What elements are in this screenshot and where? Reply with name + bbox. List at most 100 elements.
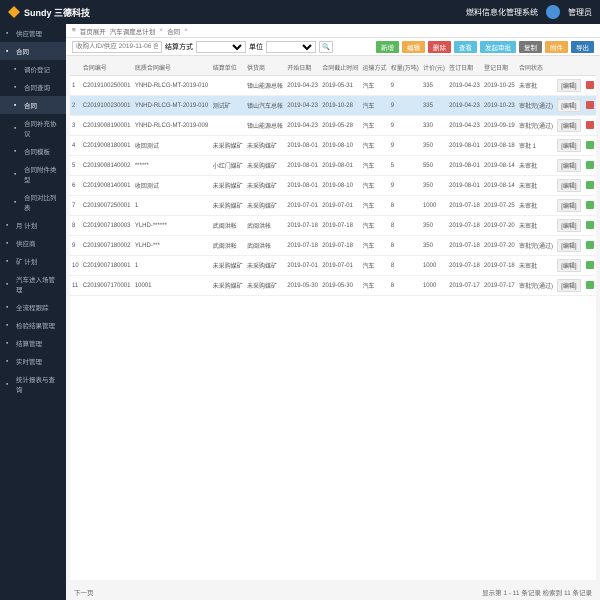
close-icon[interactable]: ×: [159, 27, 163, 34]
menu-icon[interactable]: ≡: [72, 27, 76, 34]
check-icon: ▪: [6, 322, 13, 329]
search-button[interactable]: 🔍: [319, 41, 333, 53]
edit-link[interactable]: [编辑]: [557, 99, 580, 112]
column-header[interactable]: 签订日期: [447, 60, 482, 76]
doc-icon: ▪: [14, 148, 21, 155]
sidebar-item[interactable]: ▪合同: [0, 96, 66, 114]
column-header[interactable]: 底质合同编号: [133, 60, 211, 76]
sidebar-label: 合同查询: [24, 82, 50, 92]
flag-icon[interactable]: [586, 241, 594, 249]
sidebar-item[interactable]: ▪合同对比列表: [0, 188, 66, 216]
column-header[interactable]: 合同编号: [81, 60, 133, 76]
record-count: 显示第 1 - 11 条记录 检索到 11 条记录: [482, 587, 592, 597]
sidebar-item[interactable]: ▪实时管理: [0, 352, 66, 370]
sidebar-item[interactable]: ▪合同模板: [0, 142, 66, 160]
edit-link[interactable]: [编辑]: [557, 119, 580, 132]
delete-button[interactable]: 删除: [428, 41, 451, 53]
table-row[interactable]: 11C201900717000110001未采购媒矿未采购媒矿2019-05-3…: [70, 276, 596, 296]
table-row[interactable]: 5C2019008140002******小红门媒矿未采购媒矿2019-08-0…: [70, 156, 596, 176]
user-name[interactable]: 管理员: [568, 7, 592, 18]
sidebar-item[interactable]: ▪矿 计划: [0, 252, 66, 270]
sidebar-item[interactable]: ▪合同: [0, 42, 66, 60]
unit-select[interactable]: [266, 41, 316, 53]
column-header[interactable]: [70, 60, 81, 76]
edit-link[interactable]: [编辑]: [557, 259, 580, 272]
copy-button[interactable]: 复制: [519, 41, 542, 53]
next-page[interactable]: 下一页: [74, 587, 94, 597]
sidebar-label: 矿 计划: [16, 256, 37, 266]
table-row[interactable]: 4C2019008180001收回测试未采购媒矿未采购媒矿2019-08-012…: [70, 136, 596, 156]
column-header[interactable]: 结算单位: [211, 60, 245, 76]
search-input[interactable]: [72, 41, 162, 53]
sidebar-label: 月 计划: [16, 220, 37, 230]
edit-button[interactable]: 编辑: [402, 41, 425, 53]
edit-link[interactable]: [编辑]: [557, 239, 580, 252]
doc-icon: ▪: [14, 102, 21, 109]
flag-icon[interactable]: [586, 81, 594, 89]
sidebar-item[interactable]: ▪调价登记: [0, 60, 66, 78]
edit-link[interactable]: [编辑]: [557, 219, 580, 232]
column-header[interactable]: [555, 60, 584, 76]
sidebar-item[interactable]: ▪供应商: [0, 234, 66, 252]
table-row[interactable]: 7C20190072500011未采购媒矿未采购媒矿2019-07-012019…: [70, 196, 596, 216]
avatar[interactable]: [546, 5, 560, 19]
flag-icon[interactable]: [586, 181, 594, 189]
sidebar-item[interactable]: ▪汽车进入场管理: [0, 270, 66, 298]
flag-icon[interactable]: [586, 121, 594, 129]
close-icon[interactable]: ×: [184, 27, 188, 34]
table-row[interactable]: 10C20190071800011未采购媒矿未采购媒矿2019-07-01201…: [70, 256, 596, 276]
toolbar: 结算方式 单位 🔍 新增 编辑 删除 查看 发起审批 复制 附件 导出: [66, 38, 600, 56]
table-row[interactable]: 3C2019008190001YNHD-RLCG-MT-2019-009镇山能源…: [70, 116, 596, 136]
column-header[interactable]: 计价(元): [421, 60, 447, 76]
sidebar-label: 调价登记: [24, 64, 50, 74]
breadcrumb-item[interactable]: 首页展开: [80, 26, 106, 36]
sidebar-item[interactable]: ▪结算管理: [0, 334, 66, 352]
column-header[interactable]: 登记日期: [482, 60, 517, 76]
column-header[interactable]: 合同截止时间: [320, 60, 360, 76]
approve-button[interactable]: 发起审批: [480, 41, 516, 53]
column-header[interactable]: 供货商: [245, 60, 285, 76]
edit-link[interactable]: [编辑]: [557, 139, 580, 152]
sidebar-item[interactable]: ▪统计报表与查询: [0, 370, 66, 398]
edit-link[interactable]: [编辑]: [557, 79, 580, 92]
table-row[interactable]: 1C2019100250001YNHD-RLCG-MT-2019-010镇山能源…: [70, 76, 596, 96]
sidebar-item[interactable]: ▪检验结果管理: [0, 316, 66, 334]
sidebar-label: 结算管理: [16, 338, 42, 348]
flag-icon[interactable]: [586, 161, 594, 169]
flag-icon[interactable]: [586, 141, 594, 149]
export-button[interactable]: 导出: [571, 41, 594, 53]
table-row[interactable]: 2C2019100230001YNHD-RLCG-MT-2019-010测试矿镇…: [70, 96, 596, 116]
sidebar-item[interactable]: ▪合同查询: [0, 78, 66, 96]
flag-icon[interactable]: [586, 261, 594, 269]
search-icon: ▪: [14, 84, 21, 91]
table-row[interactable]: 6C2019008140001收回测试未采购媒矿未采购媒矿2019-08-012…: [70, 176, 596, 196]
flag-icon[interactable]: [586, 221, 594, 229]
flag-icon[interactable]: [586, 201, 594, 209]
edit-link[interactable]: [编辑]: [557, 159, 580, 172]
sidebar-item[interactable]: ▪合同附件类型: [0, 160, 66, 188]
flag-icon[interactable]: [586, 281, 594, 289]
table-row[interactable]: 9C2019007180002YLHD-***武闽洪帐武闽洪帐2019-07-1…: [70, 236, 596, 256]
attach-button[interactable]: 附件: [545, 41, 568, 53]
column-header[interactable]: 运输方式: [361, 60, 389, 76]
flag-icon[interactable]: [586, 101, 594, 109]
sidebar-item[interactable]: ▪全流程跟踪: [0, 298, 66, 316]
add-button[interactable]: 新增: [376, 41, 399, 53]
column-header[interactable]: 合同状态: [517, 60, 555, 76]
sidebar-label: 实时管理: [16, 356, 42, 366]
sidebar-item[interactable]: ▪月 计划: [0, 216, 66, 234]
sidebar-item[interactable]: ▪合同补充协议: [0, 114, 66, 142]
view-button[interactable]: 查看: [454, 41, 477, 53]
table-row[interactable]: 8C2019007180003YLHD-******武闽洪帐武闽洪帐2019-0…: [70, 216, 596, 236]
column-header[interactable]: 权量(万吨): [389, 60, 421, 76]
column-header[interactable]: 开始日期: [285, 60, 320, 76]
pagination: 下一页 显示第 1 - 11 条记录 检索到 11 条记录: [66, 584, 600, 600]
edit-link[interactable]: [编辑]: [557, 199, 580, 212]
filter-select[interactable]: [196, 41, 246, 53]
edit-link[interactable]: [编辑]: [557, 279, 580, 292]
column-header[interactable]: [584, 60, 596, 76]
sidebar-item[interactable]: ▪供应管理: [0, 24, 66, 42]
breadcrumb-item[interactable]: 合同: [167, 26, 180, 36]
edit-link[interactable]: [编辑]: [557, 179, 580, 192]
breadcrumb-item[interactable]: 汽车调度总计划: [110, 26, 156, 36]
